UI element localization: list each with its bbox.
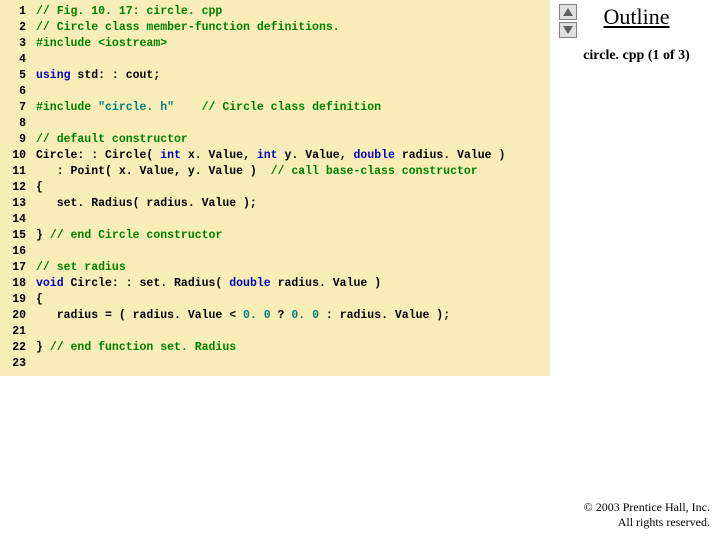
code-text: radius = ( radius. Value < [36,309,243,322]
rights-line: All rights reserved. [584,515,710,530]
number: 0. 0 [243,309,271,322]
code-text: : Point( x. Value, y. Value ) [36,165,271,178]
code-text: { [36,181,43,194]
code-text: } [36,341,50,354]
comment: // Circle class definition [202,101,381,114]
comment: // set radius [36,261,126,274]
comment: // Fig. 10. 17: circle. cpp [36,5,222,18]
lineno: 11 [0,164,36,180]
lineno: 22 [0,340,36,356]
lineno: 19 [0,292,36,308]
file-label: circle. cpp (1 of 3) [559,48,714,64]
comment: // Circle class member-function definiti… [36,21,340,34]
lineno: 4 [0,52,36,68]
lineno: 15 [0,228,36,244]
lineno: 5 [0,68,36,84]
side-panel: Outline circle. cpp (1 of 3) [559,4,714,64]
lineno: 1 [0,4,36,20]
code-text: ? [271,309,292,322]
comment: // call base-class constructor [271,165,478,178]
code-text: Circle: : Circle( [36,149,160,162]
lineno: 3 [0,36,36,52]
lineno: 6 [0,84,36,100]
nav-down-button[interactable] [559,22,577,38]
code-text: : radius. Value ); [319,309,450,322]
lineno: 2 [0,20,36,36]
comment: // end function set. Radius [50,341,236,354]
code-text: Circle: : set. Radius( [64,277,230,290]
code-text: x. Value, [181,149,257,162]
number: 0. 0 [291,309,319,322]
keyword: int [257,149,278,162]
comment: // end Circle constructor [50,229,223,242]
code-text: radius. Value ) [395,149,505,162]
lineno: 21 [0,324,36,340]
lineno: 16 [0,244,36,260]
nav-up-button[interactable] [559,4,577,20]
lineno: 10 [0,148,36,164]
lineno: 12 [0,180,36,196]
lineno: 8 [0,116,36,132]
triangle-up-icon [563,8,573,16]
preproc: #include [36,37,91,50]
footer: © 2003 Prentice Hall, Inc. All rights re… [584,500,710,530]
code-text: { [36,293,43,306]
lineno: 14 [0,212,36,228]
keyword: int [160,149,181,162]
preproc: #include [36,101,91,114]
outline-title: Outline [559,4,714,30]
code-text: set. Radius( radius. Value ); [36,197,257,210]
keyword: void [36,277,64,290]
triangle-down-icon [563,26,573,34]
code-text: radius. Value ) [271,277,381,290]
copyright-line: © 2003 Prentice Hall, Inc. [584,500,710,515]
keyword: using [36,69,71,82]
lineno: 13 [0,196,36,212]
keyword: double [229,277,270,290]
code-text: y. Value, [278,149,354,162]
comment: // default constructor [36,133,188,146]
lineno: 23 [0,356,36,372]
lineno: 7 [0,100,36,116]
lineno: 9 [0,132,36,148]
header-name: <iostream> [98,37,167,50]
code-text: std: : cout; [71,69,161,82]
nav-buttons [559,4,577,38]
lineno: 18 [0,276,36,292]
code-panel: 1// Fig. 10. 17: circle. cpp 2// Circle … [0,0,550,376]
code-text: } [36,229,50,242]
lineno: 20 [0,308,36,324]
keyword: double [354,149,395,162]
lineno: 17 [0,260,36,276]
string: "circle. h" [98,101,174,114]
